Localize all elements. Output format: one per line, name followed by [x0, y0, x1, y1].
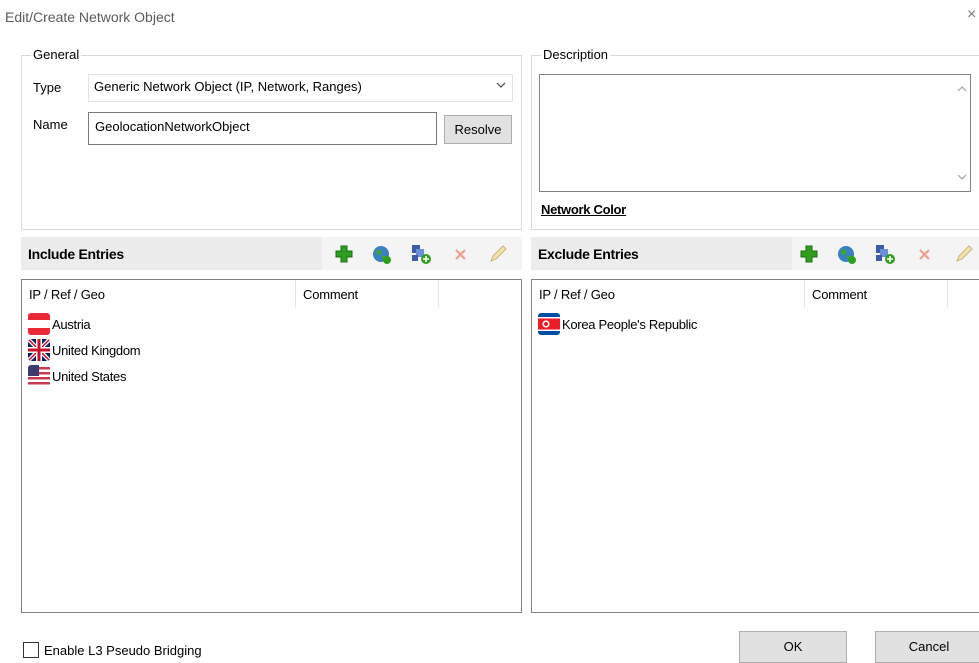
name-field[interactable]: GeolocationNetworkObject — [88, 112, 437, 145]
delete-icon[interactable] — [450, 243, 472, 265]
uk-flag-icon — [28, 339, 50, 361]
north-korea-flag-icon — [538, 313, 560, 335]
scroll-down-icon[interactable] — [956, 171, 968, 183]
l3-bridging-checkbox[interactable] — [23, 642, 39, 658]
general-legend: General — [31, 47, 82, 62]
type-select[interactable]: Generic Network Object (IP, Network, Ran… — [88, 74, 513, 102]
include-entries-title: Include Entries — [28, 246, 124, 262]
list-item-label: United Kingdom — [52, 342, 141, 358]
delete-icon[interactable] — [914, 243, 936, 265]
cancel-button[interactable]: Cancel — [875, 631, 979, 663]
name-label: Name — [33, 117, 68, 132]
close-icon[interactable]: × — [967, 6, 979, 24]
list-item[interactable]: United States — [28, 364, 126, 388]
exclude-entries-title: Exclude Entries — [538, 246, 639, 262]
l3-bridging-label: Enable L3 Pseudo Bridging — [44, 642, 202, 658]
globe-icon[interactable] — [371, 243, 393, 265]
list-item-label: Austria — [52, 316, 91, 332]
edit-icon[interactable] — [487, 243, 509, 265]
edit-icon[interactable] — [953, 243, 975, 265]
scroll-up-icon[interactable] — [956, 83, 968, 95]
resolve-button[interactable]: Resolve — [444, 115, 512, 144]
include-col-ip[interactable]: IP / Ref / Geo — [22, 280, 296, 308]
globe-icon[interactable] — [836, 243, 858, 265]
list-item[interactable]: Korea People's Republic — [538, 312, 697, 336]
description-legend: Description — [541, 47, 611, 62]
chevron-down-icon — [496, 82, 506, 88]
list-item-label: Korea People's Republic — [562, 316, 698, 332]
exclude-col-comment[interactable]: Comment — [805, 280, 948, 308]
exclude-col-ip[interactable]: IP / Ref / Geo — [532, 280, 805, 308]
list-item-label: United States — [52, 368, 127, 384]
l3-bridging-option[interactable]: Enable L3 Pseudo Bridging — [23, 642, 202, 658]
add-icon[interactable] — [798, 243, 820, 265]
include-col-comment[interactable]: Comment — [296, 280, 439, 308]
list-item[interactable]: Austria — [28, 312, 91, 336]
description-textarea[interactable] — [539, 74, 971, 192]
type-select-value: Generic Network Object (IP, Network, Ran… — [94, 79, 362, 94]
list-item[interactable]: United Kingdom — [28, 338, 141, 362]
austria-flag-icon — [28, 313, 50, 335]
us-flag-icon — [28, 365, 50, 387]
add-object-icon[interactable] — [874, 243, 896, 265]
add-icon[interactable] — [333, 243, 355, 265]
type-label: Type — [33, 80, 62, 95]
network-color-link[interactable]: Network Color — [541, 202, 626, 217]
add-object-icon[interactable] — [410, 243, 432, 265]
dialog-title: Edit/Create Network Object — [5, 9, 175, 25]
exclude-list[interactable]: IP / Ref / Geo Comment Korea People's Re… — [531, 279, 979, 613]
include-list[interactable]: IP / Ref / Geo Comment Austria United Ki… — [21, 279, 522, 613]
ok-button[interactable]: OK — [739, 631, 847, 663]
